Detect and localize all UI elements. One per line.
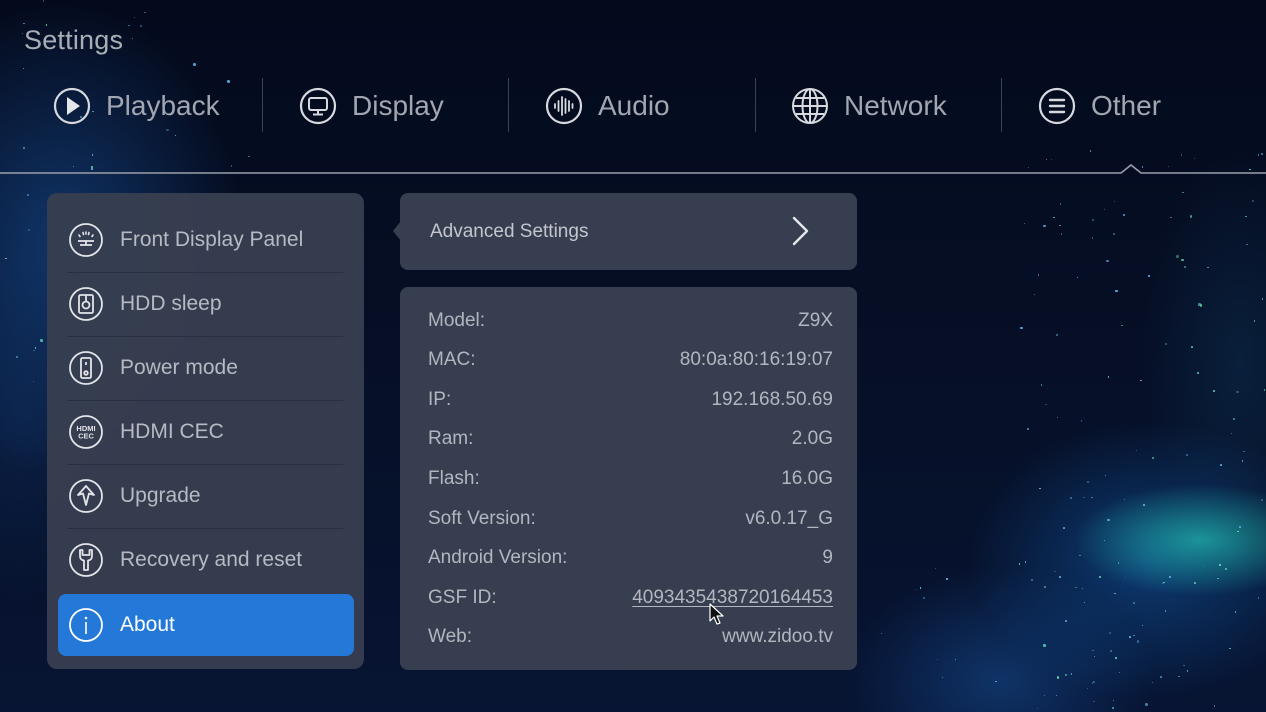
info-value: 9 (822, 547, 833, 568)
tab-label: Audio (598, 90, 670, 121)
info-row-gsf-id: GSF ID: 4093435438720164453 (428, 583, 833, 613)
menu-item-front-display-panel[interactable]: Front Display Panel (58, 209, 354, 271)
tab-label: Playback (106, 90, 220, 121)
chevron-right-icon (792, 216, 809, 246)
info-row-ip: IP: 192.168.50.69 (428, 385, 833, 415)
info-key: MAC: (428, 349, 476, 370)
hdd-icon (69, 287, 103, 321)
info-row-web: Web: www.zidoo.tv (428, 622, 833, 652)
hdmi-cec-icon: HDMI CEC (69, 415, 103, 449)
tab-divider (262, 78, 263, 132)
audio-wave-icon (545, 87, 583, 125)
category-tabs: Playback Display Audio Network Other (0, 78, 1266, 134)
menu-item-power-mode[interactable]: Power mode (58, 337, 354, 399)
info-value: www.zidoo.tv (722, 626, 833, 647)
menu-item-label: Upgrade (120, 484, 201, 507)
monitor-icon (299, 87, 337, 125)
power-switch-icon (69, 351, 103, 385)
menu-item-upgrade[interactable]: Upgrade (58, 465, 354, 527)
info-value: 192.168.50.69 (711, 389, 833, 410)
play-circle-icon (53, 87, 91, 125)
info-value: 16.0G (781, 468, 833, 489)
tab-display[interactable]: Display (298, 78, 444, 134)
about-info-card: Model: Z9X MAC: 80:0a:80:16:19:07 IP: 19… (400, 287, 857, 670)
front-display-icon (69, 223, 103, 257)
advanced-settings-label: Advanced Settings (430, 220, 589, 242)
menu-item-label: Recovery and reset (120, 548, 303, 571)
wrench-icon (69, 543, 103, 577)
tab-divider (755, 78, 756, 132)
info-value: 80:0a:80:16:19:07 (679, 349, 833, 370)
menu-item-label: Power mode (120, 356, 238, 379)
info-value: 2.0G (791, 428, 833, 449)
menu-item-hdd-sleep[interactable]: HDD sleep (58, 273, 354, 335)
tab-other[interactable]: Other (1037, 78, 1161, 134)
menu-item-label: HDD sleep (120, 292, 222, 315)
info-key: Web: (428, 626, 473, 647)
tab-divider (1001, 78, 1002, 132)
menu-item-label: About (120, 613, 175, 636)
info-key: Ram: (428, 428, 474, 449)
info-row-android-version: Android Version: 9 (428, 543, 833, 573)
info-key: Model: (428, 310, 486, 331)
info-row-flash: Flash: 16.0G (428, 464, 833, 494)
tab-playback[interactable]: Playback (52, 78, 220, 134)
info-key: GSF ID: (428, 587, 497, 608)
info-icon (69, 608, 103, 642)
tab-label: Network (844, 90, 947, 121)
advanced-settings-button[interactable]: Advanced Settings (400, 193, 857, 270)
info-key: Flash: (428, 468, 480, 489)
svg-text:CEC: CEC (78, 432, 94, 441)
page-title: Settings (24, 25, 124, 55)
mouse-cursor-icon (709, 603, 724, 625)
upgrade-arrow-icon (69, 479, 103, 513)
menu-item-label: Front Display Panel (120, 228, 304, 251)
tab-network[interactable]: Network (790, 78, 947, 134)
info-row-soft-version: Soft Version: v6.0.17_G (428, 504, 833, 534)
globe-icon (792, 88, 828, 124)
info-key: IP: (428, 389, 452, 410)
info-key: Android Version: (428, 547, 568, 568)
info-row-model: Model: Z9X (428, 306, 833, 336)
tab-label: Other (1091, 90, 1162, 121)
menu-item-about[interactable]: About (58, 594, 354, 656)
info-row-mac: MAC: 80:0a:80:16:19:07 (428, 345, 833, 375)
info-key: Soft Version: (428, 508, 536, 529)
info-row-ram: Ram: 2.0G (428, 424, 833, 454)
info-value: Z9X (798, 310, 833, 331)
tab-audio[interactable]: Audio (544, 78, 670, 134)
gsf-id-link[interactable]: 4093435438720164453 (632, 587, 833, 609)
menu-item-hdmi-cec[interactable]: HDMI CEC HDMI CEC (58, 401, 354, 463)
menu-item-recovery-and-reset[interactable]: Recovery and reset (58, 529, 354, 591)
menu-lines-icon (1038, 87, 1076, 125)
side-menu: Front Display Panel HDD sleep Power mode (47, 193, 364, 669)
tab-divider (508, 78, 509, 132)
menu-item-label: HDMI CEC (120, 420, 224, 443)
info-value: v6.0.17_G (745, 508, 833, 529)
tab-indicator-rule (0, 164, 1266, 174)
tab-label: Display (352, 90, 444, 121)
